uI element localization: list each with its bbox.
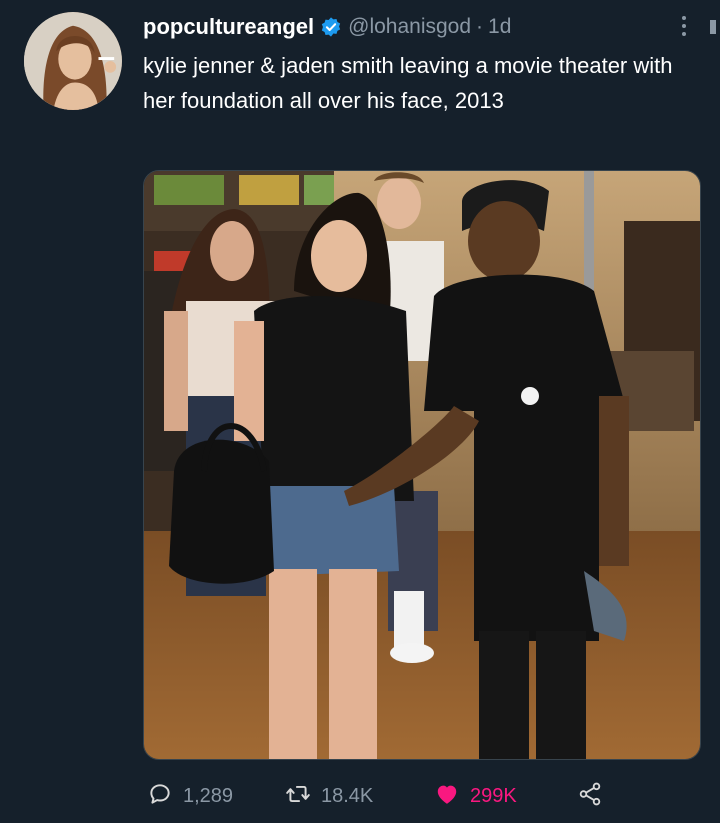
retweet-count: 18.4K: [321, 784, 374, 807]
share-button[interactable]: [577, 778, 603, 814]
share-icon: [577, 781, 603, 812]
tweet-header: popcultureangel @lohanisgod · 1d: [143, 10, 511, 44]
more-vertical-icon[interactable]: [672, 14, 696, 38]
like-count: 299K: [470, 784, 517, 807]
tweet-photo[interactable]: [143, 170, 701, 760]
separator-dot: ·: [476, 15, 484, 38]
avatar[interactable]: [24, 12, 122, 110]
tweet-actions: 1,289 18.4K 299K: [147, 778, 617, 814]
display-name[interactable]: popcultureangel: [143, 14, 314, 40]
handle[interactable]: @lohanisgod: [348, 15, 471, 39]
tweet-text: kylie jenner & jaden smith leaving a mov…: [143, 53, 673, 113]
reply-icon: [147, 781, 173, 812]
tweet[interactable]: popcultureangel @lohanisgod · 1d kylie j…: [0, 0, 720, 823]
verified-badge-icon: [320, 16, 342, 38]
reply-button[interactable]: 1,289: [147, 778, 233, 814]
retweet-button[interactable]: 18.4K: [285, 778, 373, 814]
like-button[interactable]: 299K: [434, 778, 517, 814]
retweet-icon: [285, 781, 311, 812]
timestamp[interactable]: 1d: [488, 15, 511, 39]
heart-icon: [434, 781, 460, 812]
reply-count: 1,289: [183, 784, 234, 807]
edge-marker: [710, 20, 716, 34]
